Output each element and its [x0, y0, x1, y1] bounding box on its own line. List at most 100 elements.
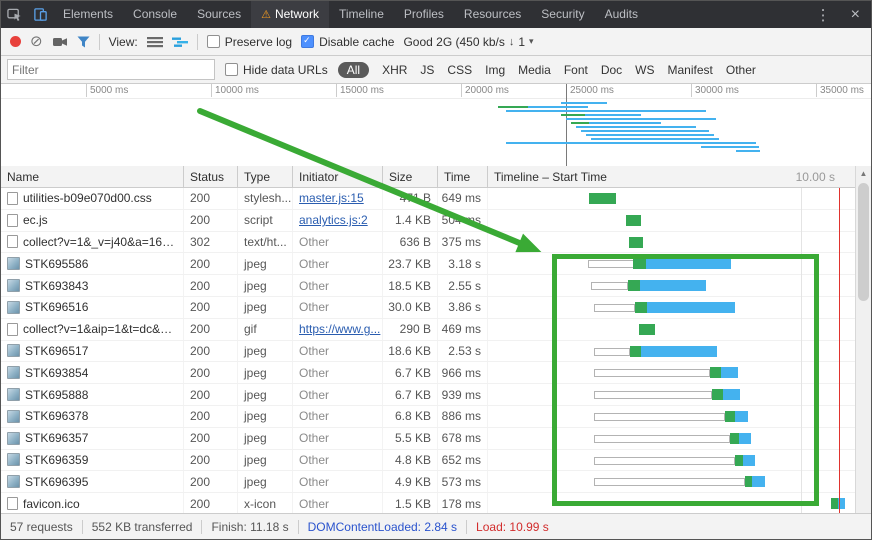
toolbar-separator — [197, 34, 198, 50]
overview-bar — [506, 142, 756, 144]
throttling-badge: 1 — [518, 35, 525, 49]
tab-profiles[interactable]: Profiles — [394, 1, 454, 28]
capture-screenshots-button[interactable] — [52, 35, 68, 48]
inspect-element-button[interactable] — [1, 1, 27, 28]
timeline-scale-label: 10.00 s — [796, 170, 835, 184]
type-cell: text/ht... — [238, 232, 293, 253]
column-header-time[interactable]: Time — [438, 166, 488, 187]
column-header-initiator[interactable]: Initiator — [293, 166, 383, 187]
waterfall-waiting-bar — [635, 302, 647, 313]
tab-sources[interactable]: Sources — [187, 1, 251, 28]
status-cell: 200 — [184, 406, 238, 427]
column-header-size[interactable]: Size — [383, 166, 438, 187]
device-toolbar-button[interactable] — [27, 1, 53, 28]
overview-bar — [561, 102, 607, 104]
table-row[interactable]: utilities-b09e070d00.css200stylesh...mas… — [1, 188, 855, 210]
request-name-cell: ec.js — [1, 210, 184, 231]
hide-data-urls-checkbox[interactable] — [225, 63, 238, 76]
waterfall-waiting-bar — [725, 411, 735, 422]
table-row[interactable]: STK695586200jpegOther23.7 KB3.18 s — [1, 253, 855, 275]
scrollbar-up-icon[interactable]: ▲ — [856, 166, 871, 181]
initiator-cell[interactable]: https://www.g... — [293, 319, 383, 340]
filter-type-js[interactable]: JS — [420, 63, 434, 77]
initiator-cell[interactable]: analytics.js:2 — [293, 210, 383, 231]
table-row[interactable]: STK696378200jpegOther6.8 KB886 ms — [1, 406, 855, 428]
column-header-timeline-start-time[interactable]: Timeline – Start Time10.00 s — [488, 166, 855, 187]
table-row[interactable]: STK696517200jpegOther18.6 KB2.53 s — [1, 341, 855, 363]
download-arrow-icon: ↓ — [509, 36, 515, 48]
type-cell: stylesh... — [238, 188, 293, 209]
tab-label: Resources — [464, 7, 521, 21]
overflow-menu-icon[interactable]: ⋮ — [807, 6, 840, 24]
table-row[interactable]: collect?v=1&_v=j40&a=16731...302text/ht.… — [1, 232, 855, 254]
overview-bar — [498, 106, 528, 108]
waterfall-view-icon — [172, 36, 188, 48]
filter-type-font[interactable]: Font — [564, 63, 588, 77]
preserve-log-checkbox[interactable] — [207, 35, 220, 48]
tab-console[interactable]: Console — [123, 1, 187, 28]
filter-type-css[interactable]: CSS — [447, 63, 472, 77]
request-name-cell: STK696395 — [1, 471, 184, 492]
large-rows-view-button[interactable] — [147, 36, 163, 48]
table-row[interactable]: ec.js200scriptanalytics.js:21.4 KB504 ms — [1, 210, 855, 232]
status-item: Load: 10.99 s — [476, 520, 549, 534]
table-row[interactable]: STK696395200jpegOther4.9 KB573 ms — [1, 471, 855, 493]
filter-type-xhr[interactable]: XHR — [382, 63, 407, 77]
disable-cache-checkbox[interactable] — [301, 35, 314, 48]
table-row[interactable]: STK696357200jpegOther5.5 KB678 ms — [1, 428, 855, 450]
status-cell: 200 — [184, 188, 238, 209]
scrollbar-thumb[interactable] — [858, 183, 869, 301]
tab-label: Console — [133, 7, 177, 21]
filter-input[interactable] — [7, 59, 215, 80]
tab-label: Timeline — [339, 7, 384, 21]
filter-type-all[interactable]: All — [338, 62, 369, 78]
size-cell: 4.8 KB — [383, 450, 438, 471]
camera-icon — [52, 35, 68, 48]
waterfall-cell — [488, 450, 855, 471]
filter-type-other[interactable]: Other — [726, 63, 756, 77]
status-item: Finish: 11.18 s — [211, 520, 288, 534]
filter-type-media[interactable]: Media — [518, 63, 551, 77]
filter-type-manifest[interactable]: Manifest — [668, 63, 713, 77]
table-row[interactable]: favicon.ico200x-iconOther1.5 KB178 ms — [1, 493, 855, 513]
tab-timeline[interactable]: Timeline — [329, 1, 394, 28]
table-scrollbar[interactable]: ▲ — [855, 166, 871, 513]
initiator-cell: Other — [293, 253, 383, 274]
filter-type-img[interactable]: Img — [485, 63, 505, 77]
tab-security[interactable]: Security — [531, 1, 594, 28]
filter-type-doc[interactable]: Doc — [601, 63, 622, 77]
network-throttling-select[interactable]: Good 2G (450 kb/s ↓ 1 ▾ — [403, 35, 533, 49]
tab-elements[interactable]: Elements — [53, 1, 123, 28]
filter-type-ws[interactable]: WS — [635, 63, 654, 77]
table-row[interactable]: STK695888200jpegOther6.7 KB939 ms — [1, 384, 855, 406]
waterfall-stalled-bar — [594, 304, 635, 312]
table-row[interactable]: collect?v=1&aip=1&t=dc&_r=...200gifhttps… — [1, 319, 855, 341]
image-file-icon — [7, 475, 20, 488]
hide-data-urls-group: Hide data URLs — [225, 63, 328, 77]
table-row[interactable]: STK693843200jpegOther18.5 KB2.55 s — [1, 275, 855, 297]
table-row[interactable]: STK693854200jpegOther6.7 KB966 ms — [1, 362, 855, 384]
image-file-icon — [7, 453, 20, 466]
overview-bar — [586, 134, 714, 136]
tab-audits[interactable]: Audits — [595, 1, 648, 28]
table-row[interactable]: STK696516200jpegOther30.0 KB3.86 s — [1, 297, 855, 319]
timeline-view-button[interactable] — [172, 36, 188, 48]
initiator-cell[interactable]: master.js:15 — [293, 188, 383, 209]
column-header-status[interactable]: Status — [184, 166, 238, 187]
column-header-name[interactable]: Name — [1, 166, 184, 187]
close-devtools-icon[interactable]: × — [840, 6, 871, 24]
clear-button[interactable]: ⊘ — [30, 34, 43, 49]
overview-pane[interactable]: 5000 ms10000 ms15000 ms20000 ms25000 ms3… — [1, 84, 871, 167]
tab-resources[interactable]: Resources — [454, 1, 531, 28]
tab-network[interactable]: ⚠Network — [251, 1, 329, 28]
type-cell: jpeg — [238, 341, 293, 362]
table-row[interactable]: STK696359200jpegOther4.8 KB652 ms — [1, 450, 855, 472]
type-cell: jpeg — [238, 253, 293, 274]
overview-bar — [528, 106, 588, 108]
request-name: STK695586 — [25, 257, 88, 271]
filter-toggle-button[interactable] — [77, 36, 90, 48]
record-button[interactable] — [10, 36, 21, 47]
overview-gridline — [691, 84, 692, 97]
column-header-type[interactable]: Type — [238, 166, 293, 187]
column-header-label: Status — [190, 170, 224, 184]
